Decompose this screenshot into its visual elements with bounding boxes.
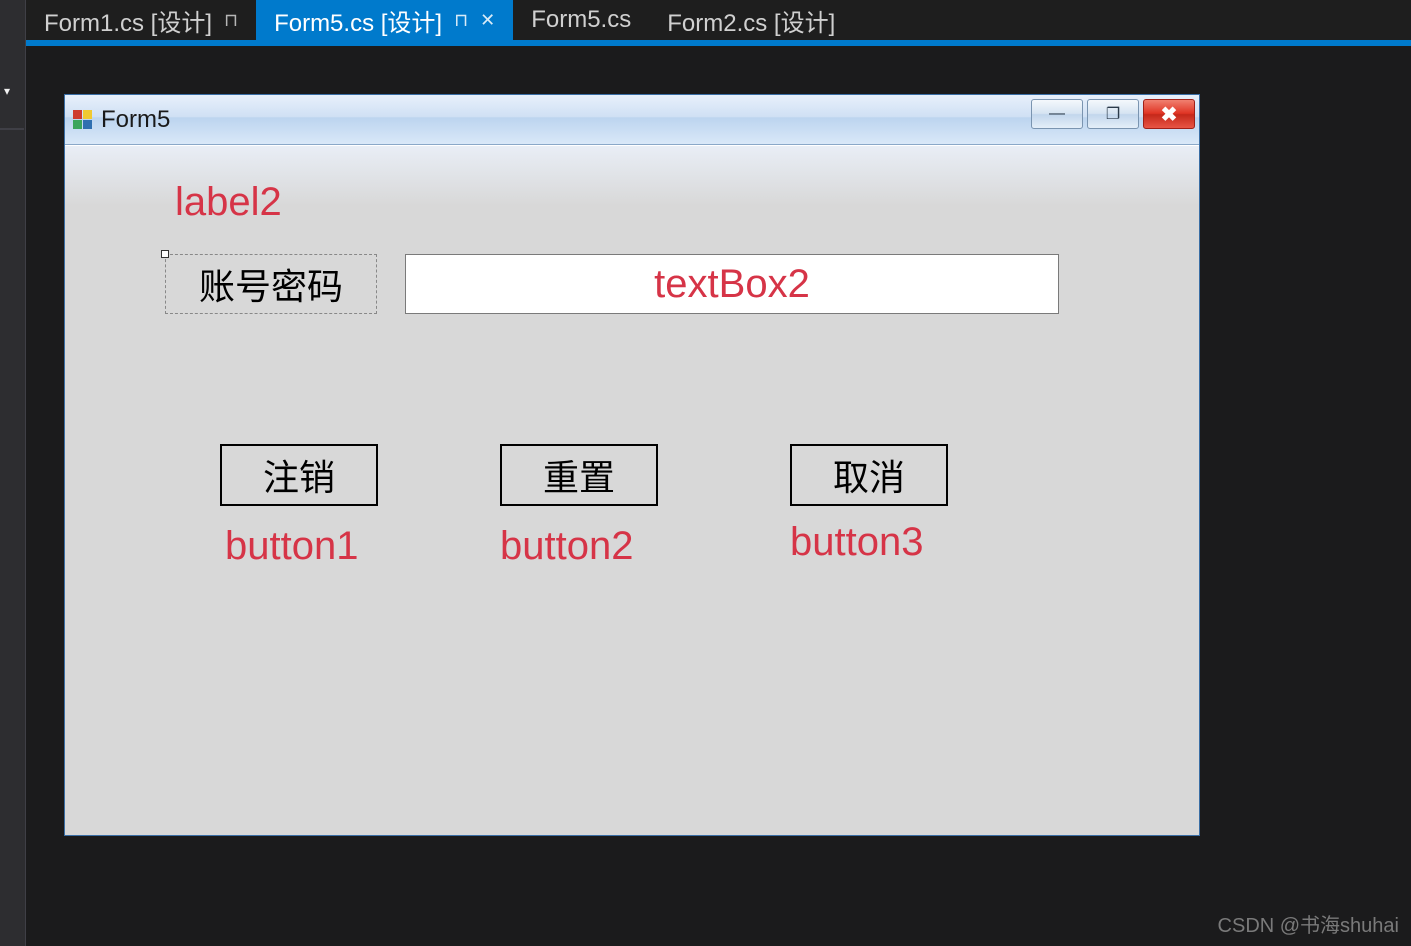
annotation-button1: button1 (225, 524, 358, 569)
selection-handle[interactable] (161, 250, 169, 258)
tab-label: Form1.cs [设计] (44, 3, 212, 38)
close-button[interactable]: ✖ (1143, 99, 1195, 129)
button1-control[interactable]: 注销 (220, 444, 378, 506)
button3-text: 取消 (833, 449, 905, 501)
button3-control[interactable]: 取消 (790, 444, 948, 506)
button2-text: 重置 (543, 449, 615, 501)
tab-bar: Form1.cs [设计] ⊓ Form5.cs [设计] ⊓ ✕ Form5.… (26, 0, 1411, 40)
form-icon (73, 110, 93, 130)
tab-form1-design[interactable]: Form1.cs [设计] ⊓ (26, 0, 256, 40)
toolbar-divider (0, 128, 24, 130)
tab-label: Form5.cs (531, 6, 631, 34)
label2-text: 账号密码 (199, 258, 343, 310)
designer-canvas[interactable]: Form5 — ❐ ✖ label2 账号密码 textBox2 (26, 46, 1411, 946)
window-title: Form5 (101, 106, 170, 134)
minimize-button[interactable]: — (1031, 99, 1083, 129)
tab-form5-cs[interactable]: Form5.cs (513, 0, 649, 40)
close-icon[interactable]: ✕ (480, 10, 495, 31)
toolbox-dropdown-icon[interactable]: ▾ (4, 84, 10, 98)
close-icon: ✖ (1161, 102, 1178, 127)
watermark: CSDN @书海shuhai (1218, 909, 1399, 938)
tab-form5-design[interactable]: Form5.cs [设计] ⊓ ✕ (256, 0, 513, 40)
annotation-button2: button2 (500, 524, 633, 569)
tab-label: Form2.cs [设计] (667, 3, 835, 38)
minimize-icon: — (1049, 105, 1065, 123)
textbox2-control[interactable]: textBox2 (405, 254, 1059, 314)
tab-label: Form5.cs [设计] (274, 3, 442, 38)
pin-icon[interactable]: ⊓ (224, 10, 238, 31)
form-body[interactable]: label2 账号密码 textBox2 注销 重置 取消 button1 bu… (65, 145, 1199, 835)
pin-icon[interactable]: ⊓ (454, 10, 468, 31)
titlebar[interactable]: Form5 — ❐ ✖ (65, 95, 1199, 145)
maximize-button[interactable]: ❐ (1087, 99, 1139, 129)
winform-form5[interactable]: Form5 — ❐ ✖ label2 账号密码 textBox2 (64, 94, 1200, 836)
button2-control[interactable]: 重置 (500, 444, 658, 506)
window-controls: — ❐ ✖ (1031, 99, 1195, 129)
tab-form2-design[interactable]: Form2.cs [设计] (649, 0, 853, 40)
maximize-icon: ❐ (1106, 104, 1120, 124)
annotation-textbox2: textBox2 (654, 262, 810, 307)
label2-control[interactable]: 账号密码 (165, 254, 377, 314)
left-toolbar: ▾ (0, 0, 26, 946)
annotation-label2: label2 (175, 180, 282, 225)
button1-text: 注销 (263, 449, 335, 501)
annotation-button3: button3 (790, 520, 923, 565)
